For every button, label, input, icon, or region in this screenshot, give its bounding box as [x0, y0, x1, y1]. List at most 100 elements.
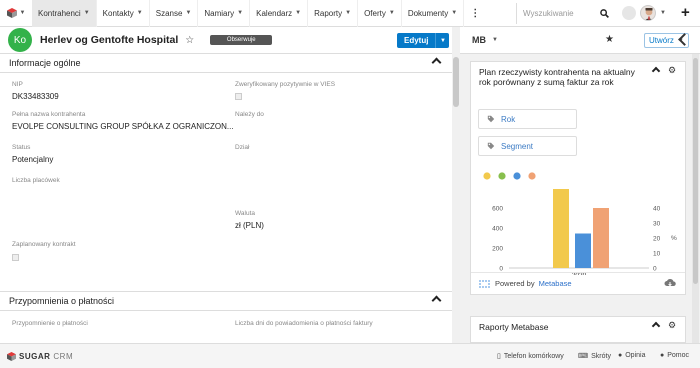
gear-icon[interactable]: ⚙ — [668, 65, 676, 76]
edit-button-group: Edytuj ▼ — [397, 33, 450, 48]
nav-tab-szanse[interactable]: Szanse ▼ — [150, 0, 199, 27]
chevron-down-icon[interactable]: ▼ — [295, 10, 301, 16]
fullname-value[interactable]: EVOLPE CONSULTING GROUP SPÓŁKA Z OGRANIC… — [12, 122, 234, 131]
chevron-down-icon[interactable]: ▼ — [660, 10, 666, 16]
favorite-star-icon[interactable]: ☆ — [185, 35, 194, 46]
vies-checkbox[interactable] — [235, 93, 242, 100]
nav-tab-kalendarz[interactable]: Kalendarz ▼ — [250, 0, 309, 27]
record-initials: Ko — [13, 34, 27, 46]
record-view: Ko Herlev og Gentofte Hospital ☆ Obserwu… — [0, 27, 452, 343]
chevron-up-icon[interactable] — [431, 295, 442, 306]
edit-button[interactable]: Edytuj — [397, 33, 436, 48]
reminders-panel-body: Przypomnienie o płatności Liczba dni do … — [0, 311, 452, 341]
more-tabs-button[interactable]: ⋮ — [464, 0, 486, 27]
nip-label: NIP — [12, 81, 23, 88]
dashboard-header: MB ▼ ★ Utwórz ▼ — [460, 27, 700, 54]
chevron-up-icon[interactable] — [651, 321, 661, 331]
search-input[interactable]: Wyszukiwanie — [516, 3, 612, 24]
chevron-up-icon[interactable] — [431, 57, 442, 68]
more-vertical-icon: ⋮ — [470, 7, 481, 19]
general-panel-body: NIP DK33483309 Zweryfikowany pozytywnie … — [0, 73, 452, 291]
avatar-face-icon — [641, 6, 655, 20]
app-menu-button[interactable]: ▼ — [0, 0, 32, 27]
search-icon[interactable] — [600, 9, 609, 18]
nav-tab-raporty[interactable]: Raporty ▼ — [308, 0, 359, 27]
y-right-tick: 10 — [653, 251, 661, 258]
scrollbar-thumb[interactable] — [453, 57, 459, 107]
follow-button[interactable]: Obserwuje — [210, 35, 273, 45]
dashboard-pane: MB ▼ ★ Utwórz ▼ Plan rzeczywisty kontrahe… — [460, 27, 700, 343]
bar-2 — [575, 233, 591, 268]
currency-value[interactable]: zł (PLN) — [235, 221, 264, 230]
nav-tab-label: Kontrahenci — [38, 8, 81, 18]
notifications-button[interactable] — [622, 6, 636, 20]
chevron-down-icon[interactable]: ▼ — [451, 10, 457, 16]
chevron-up-icon[interactable] — [651, 66, 661, 76]
y-left-tick: 200 — [492, 246, 503, 253]
nav-tab-namiary[interactable]: Namiary ▼ — [198, 0, 251, 27]
quick-create-button[interactable]: + — [681, 4, 690, 21]
dashboard-name[interactable]: MB — [472, 35, 486, 45]
nav-tab-dokumenty[interactable]: Dokumenty ▼ — [402, 0, 465, 27]
user-area: ▼ — [622, 5, 666, 21]
status-value[interactable]: Potencjalny — [12, 155, 53, 164]
footer-label: Pomoc — [667, 352, 690, 359]
record-scrollbar[interactable] — [452, 27, 460, 343]
record-avatar: Ko — [8, 28, 32, 52]
nav-tab-label: Kontakty — [102, 8, 134, 18]
chevron-down-icon[interactable]: ▼ — [492, 37, 498, 43]
chevron-down-icon[interactable]: ▼ — [137, 10, 143, 16]
metabase-logo-icon — [479, 279, 490, 288]
footer-label: Telefon komórkowy — [503, 352, 564, 360]
sugarcrm-logo[interactable]: SUGAR CRM — [7, 352, 73, 361]
legend-dot — [528, 172, 536, 180]
help-circle-icon: ● — [660, 352, 665, 359]
y-right-tick: 20 — [653, 236, 661, 243]
user-avatar[interactable] — [640, 5, 656, 21]
plus-icon: + — [681, 4, 690, 21]
reminders-panel-header[interactable]: Przypomnienia o płatności — [0, 291, 452, 311]
cube-logo-icon — [7, 352, 16, 361]
dashboard-scrollbar[interactable] — [692, 54, 699, 343]
keyboard-icon: ⌨ — [578, 353, 589, 360]
chevron-down-icon[interactable]: ▼ — [84, 10, 90, 16]
filter-year-button[interactable]: Rok — [478, 109, 577, 129]
filter-segment-button[interactable]: Segment — [478, 136, 577, 156]
mobile-link[interactable]: ▯ Telefon komórkowy — [497, 352, 564, 361]
dashlet-title: Plan rzeczywisty kontrahenta na aktualny… — [479, 67, 635, 87]
gear-icon[interactable]: ⚙ — [668, 320, 676, 331]
shortcuts-link[interactable]: ⌨ Skróty — [578, 352, 611, 361]
powered-prefix: Powered by — [495, 279, 535, 288]
search-placeholder: Wyszukiwanie — [523, 9, 574, 18]
help-link[interactable]: ● Pomoc — [660, 352, 689, 359]
chevron-down-icon: ▼ — [19, 10, 26, 16]
legend-dot — [498, 172, 506, 180]
nav-tab-label: Raporty — [314, 8, 343, 18]
divider — [471, 272, 685, 273]
chevron-down-icon[interactable]: ▼ — [237, 10, 243, 16]
chevron-down-icon[interactable]: ▼ — [389, 10, 395, 16]
department-label: Dział — [235, 144, 250, 151]
footer-label: Skróty — [591, 352, 611, 360]
feedback-link[interactable]: ● Opinia — [618, 352, 645, 359]
dashlet-plan-vs-actual: Plan rzeczywisty kontrahenta na aktualny… — [470, 61, 686, 295]
nav-tab-kontakty[interactable]: Kontakty ▼ — [97, 0, 150, 27]
footer: SUGAR CRM ▯ Telefon komórkowy ⌨ Skróty ● Opi… — [0, 343, 700, 368]
filter-label: Segment — [501, 141, 534, 151]
edit-dropdown-chevron-icon[interactable]: ▼ — [435, 33, 450, 48]
nav-tab-kontrahenci[interactable]: Kontrahenci ▼ — [32, 0, 97, 27]
payment-reminder-label: Przypomnienie o płatności — [12, 320, 88, 327]
favorite-star-filled-icon[interactable]: ★ — [605, 34, 614, 45]
nip-value[interactable]: DK33483309 — [12, 92, 59, 101]
nav-tab-oferty[interactable]: Oferty ▼ — [358, 0, 402, 27]
planned-contract-checkbox[interactable] — [12, 254, 19, 261]
metabase-link[interactable]: Metabase — [539, 279, 572, 288]
scrollbar-thumb[interactable] — [693, 58, 698, 284]
nav-tab-label: Namiary — [204, 8, 235, 18]
general-panel-header[interactable]: Informacje ogólne — [0, 54, 452, 73]
nav-tab-label: Oferty — [364, 8, 386, 18]
cloud-download-icon[interactable] — [664, 278, 676, 288]
chevron-down-icon[interactable]: ▼ — [345, 10, 351, 16]
chevron-down-icon[interactable]: ▼ — [185, 10, 191, 16]
fullname-label: Pełna nazwa kontrahenta — [12, 111, 86, 118]
